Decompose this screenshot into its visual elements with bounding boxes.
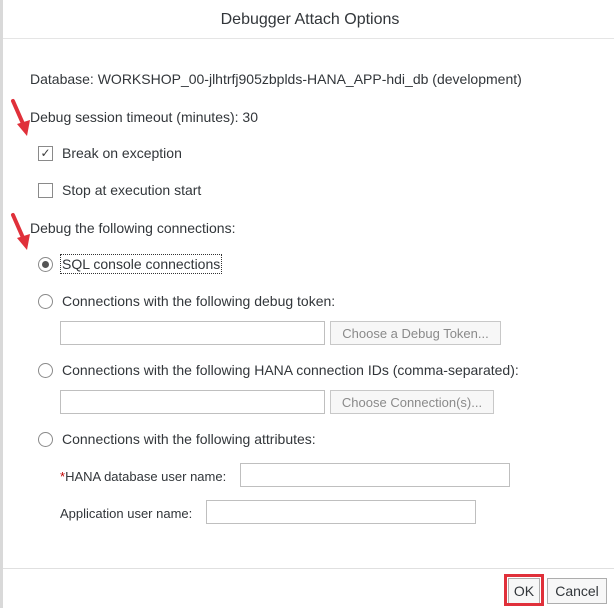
- hana-ids-input[interactable]: [60, 390, 325, 414]
- stop-at-start-option[interactable]: Stop at execution start: [38, 182, 201, 198]
- stop-at-start-checkbox[interactable]: [38, 182, 53, 198]
- sql-console-option[interactable]: SQL console connections: [38, 254, 223, 274]
- debug-token-input[interactable]: [60, 321, 325, 345]
- attributes-label: Connections with the following attribute…: [62, 431, 316, 447]
- connections-heading: Debug the following connections:: [30, 220, 236, 236]
- debugger-attach-dialog: Debugger Attach Options Database: WORKSH…: [0, 0, 614, 608]
- sql-console-label: SQL console connections: [59, 254, 223, 274]
- checkmark-icon: ✓: [40, 146, 51, 160]
- app-user-label: Application user name:: [60, 506, 193, 521]
- stop-at-start-label: Stop at execution start: [62, 182, 202, 198]
- break-on-exception-option[interactable]: ✓ Break on exception: [38, 145, 182, 161]
- annotation-arrow-icon: [11, 213, 30, 250]
- annotation-arrow-icon: [11, 99, 30, 136]
- sql-console-radio[interactable]: [38, 256, 53, 272]
- radio-selected-dot: [42, 260, 49, 268]
- ok-button-highlight: [504, 574, 544, 606]
- hana-ids-option[interactable]: Connections with the following HANA conn…: [38, 362, 519, 378]
- debug-token-label: Connections with the following debug tok…: [62, 293, 336, 309]
- dialog-title: Debugger Attach Options: [3, 0, 614, 39]
- break-on-exception-checkbox[interactable]: ✓: [38, 145, 53, 161]
- debug-token-option[interactable]: Connections with the following debug tok…: [38, 293, 335, 309]
- attributes-radio[interactable]: [38, 431, 53, 447]
- hana-user-input[interactable]: [240, 463, 510, 487]
- timeout-info: Debug session timeout (minutes): 30: [30, 109, 258, 125]
- choose-debug-token-button[interactable]: Choose a Debug Token...: [330, 321, 501, 345]
- hana-user-label-text: HANA database user name:: [65, 469, 227, 484]
- hana-ids-radio[interactable]: [38, 362, 53, 378]
- hana-ids-label: Connections with the following HANA conn…: [62, 362, 519, 378]
- app-user-input[interactable]: [206, 500, 476, 524]
- attributes-option[interactable]: Connections with the following attribute…: [38, 431, 316, 447]
- debug-token-radio[interactable]: [38, 293, 53, 309]
- database-info: Database: WORKSHOP_00-jlhtrfj905zbplds-H…: [30, 71, 522, 87]
- break-on-exception-label: Break on exception: [62, 145, 182, 161]
- cancel-button[interactable]: Cancel: [547, 578, 607, 604]
- choose-connections-button[interactable]: Choose Connection(s)...: [330, 390, 494, 414]
- hana-user-label: *HANA database user name:: [60, 469, 226, 484]
